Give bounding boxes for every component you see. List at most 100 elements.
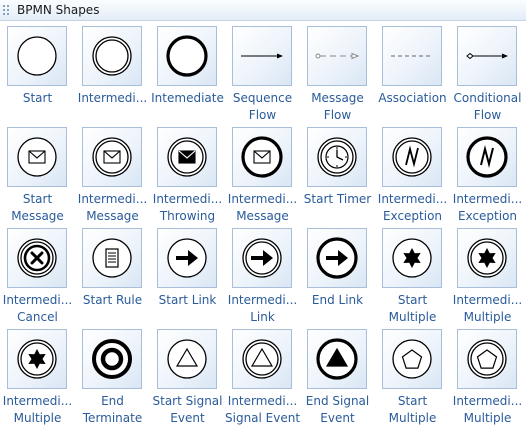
- grip-icon: [3, 5, 9, 15]
- shape-item[interactable]: Start: [0, 22, 75, 123]
- shape-thumbnail[interactable]: [157, 26, 217, 86]
- end-exception-icon: [466, 136, 508, 178]
- shape-item[interactable]: Start Multiple: [375, 325, 450, 426]
- shape-item[interactable]: Intermedi... Multiple: [450, 224, 525, 325]
- shape-label: End Signal Event: [300, 393, 375, 427]
- shape-thumbnail[interactable]: [232, 228, 292, 288]
- shape-item[interactable]: Intermedi... Exception: [375, 123, 450, 224]
- shape-label: Intermedi... Link: [225, 292, 300, 326]
- shape-label-line2: Event: [320, 411, 355, 425]
- shape-item[interactable]: Start Rule: [75, 224, 150, 325]
- shape-thumbnail[interactable]: [382, 127, 442, 187]
- shape-thumbnail[interactable]: [7, 127, 67, 187]
- shape-thumbnail[interactable]: [82, 127, 142, 187]
- shape-item[interactable]: Intermedi... Multiple: [0, 325, 75, 426]
- shape-label-line2: Flow: [473, 108, 502, 122]
- sequence-flow-icon: [241, 53, 283, 59]
- shape-label: Message Flow: [300, 90, 375, 124]
- start-multiple-pentagon-icon: [392, 339, 432, 379]
- intermediate-cancel-icon: [17, 238, 57, 278]
- shape-label-line1: Intermedi...: [152, 192, 223, 206]
- shape-thumbnail[interactable]: [382, 228, 442, 288]
- shape-thumbnail[interactable]: [307, 127, 367, 187]
- shape-item[interactable]: Start Link: [150, 224, 225, 325]
- shape-thumbnail[interactable]: [382, 329, 442, 389]
- shape-thumbnail[interactable]: [307, 329, 367, 389]
- shape-label-line1: Start: [22, 192, 53, 206]
- shape-item[interactable]: Conditional Flow: [450, 22, 525, 123]
- shape-label: Start Multiple: [375, 292, 450, 326]
- panel-header[interactable]: BPMN Shapes: [0, 0, 526, 21]
- shape-item[interactable]: Sequence Flow: [225, 22, 300, 123]
- shape-label: Intermedi... Exception: [375, 191, 450, 225]
- shape-item[interactable]: Intermedi... Link: [225, 224, 300, 325]
- shape-item[interactable]: Intermedi... Throwing: [150, 123, 225, 224]
- shape-label-line2: Message: [11, 209, 64, 223]
- shape-label-line1: Message: [311, 91, 364, 105]
- shape-label-line2: Multiple: [13, 411, 62, 425]
- shape-thumbnail[interactable]: [232, 127, 292, 187]
- shape-thumbnail[interactable]: [457, 26, 517, 86]
- shape-thumbnail[interactable]: [82, 228, 142, 288]
- shape-label-line1: Intermedi...: [2, 293, 73, 307]
- shape-item[interactable]: Message Flow: [300, 22, 375, 123]
- shape-thumbnail[interactable]: [82, 26, 142, 86]
- shape-label-line1: Intermedi...: [227, 293, 298, 307]
- shape-thumbnail[interactable]: [457, 329, 517, 389]
- shape-item[interactable]: End Link: [300, 224, 375, 325]
- shape-thumbnail[interactable]: [7, 329, 67, 389]
- shape-label-line2: Message: [236, 209, 289, 223]
- shape-thumbnail[interactable]: [82, 329, 142, 389]
- shape-label-line1: Intermedi...: [452, 394, 523, 408]
- shape-label-line2: Flow: [323, 108, 352, 122]
- shape-label-line2: Multiple: [388, 310, 437, 324]
- shape-label-line2: Message: [86, 209, 139, 223]
- shape-grid: Start Intermedi... Intemediate Sequence Flow…: [0, 22, 526, 429]
- shape-thumbnail[interactable]: [457, 127, 517, 187]
- shape-item[interactable]: Intermedi... Multiple: [450, 325, 525, 426]
- shape-thumbnail[interactable]: [157, 228, 217, 288]
- shape-thumbnail[interactable]: [7, 228, 67, 288]
- shape-thumbnail[interactable]: [232, 26, 292, 86]
- shape-item[interactable]: Intermedi... Signal Event: [225, 325, 300, 426]
- shape-thumbnail[interactable]: [457, 228, 517, 288]
- shape-thumbnail[interactable]: [157, 127, 217, 187]
- shape-item[interactable]: End Terminate: [75, 325, 150, 426]
- end-event-icon: [166, 35, 208, 77]
- shape-item[interactable]: Association: [375, 22, 450, 123]
- shape-label-line2: Exception: [457, 209, 518, 223]
- shape-item[interactable]: Start Timer: [300, 123, 375, 224]
- shape-label-line1: Intermedi...: [227, 394, 298, 408]
- shape-label: Start Timer: [300, 191, 375, 208]
- shape-thumbnail[interactable]: [307, 228, 367, 288]
- shape-thumbnail[interactable]: [307, 26, 367, 86]
- shape-label: End Link: [300, 292, 375, 309]
- intermediate-multiple-pentagon-icon: [467, 339, 507, 379]
- intermediate-link-icon: [242, 238, 282, 278]
- shape-thumbnail[interactable]: [382, 26, 442, 86]
- intermediate-message-icon: [92, 137, 132, 177]
- shape-label-line1: End Signal: [305, 394, 370, 408]
- shape-item[interactable]: Intermedi... Message: [75, 123, 150, 224]
- shape-item[interactable]: Start Message: [0, 123, 75, 224]
- shape-thumbnail[interactable]: [232, 329, 292, 389]
- shape-label-line2: Signal Event: [225, 411, 300, 425]
- panel-title: BPMN Shapes: [17, 3, 100, 17]
- shape-item[interactable]: Intermedi... Exception: [450, 123, 525, 224]
- shape-item[interactable]: Start Signal Event: [150, 325, 225, 426]
- shape-item[interactable]: Intermedi... Message: [225, 123, 300, 224]
- shape-item[interactable]: Intemediate: [150, 22, 225, 123]
- shape-item[interactable]: End Signal Event: [300, 325, 375, 426]
- shape-thumbnail[interactable]: [157, 329, 217, 389]
- shape-label: Intermedi... Exception: [450, 191, 525, 225]
- shape-item[interactable]: Start Multiple: [375, 224, 450, 325]
- intermediate-event-icon: [92, 36, 132, 76]
- shape-label-line1: Intermedi...: [77, 91, 148, 105]
- shape-label-line2: Exception: [382, 209, 443, 223]
- shape-item[interactable]: Intermedi...: [75, 22, 150, 123]
- shape-thumbnail[interactable]: [7, 26, 67, 86]
- shape-label-line2: Event: [170, 411, 205, 425]
- shape-item[interactable]: Intermedi... Cancel: [0, 224, 75, 325]
- shape-label-line1: Intermedi...: [452, 192, 523, 206]
- shape-label-line2: Link: [250, 310, 275, 324]
